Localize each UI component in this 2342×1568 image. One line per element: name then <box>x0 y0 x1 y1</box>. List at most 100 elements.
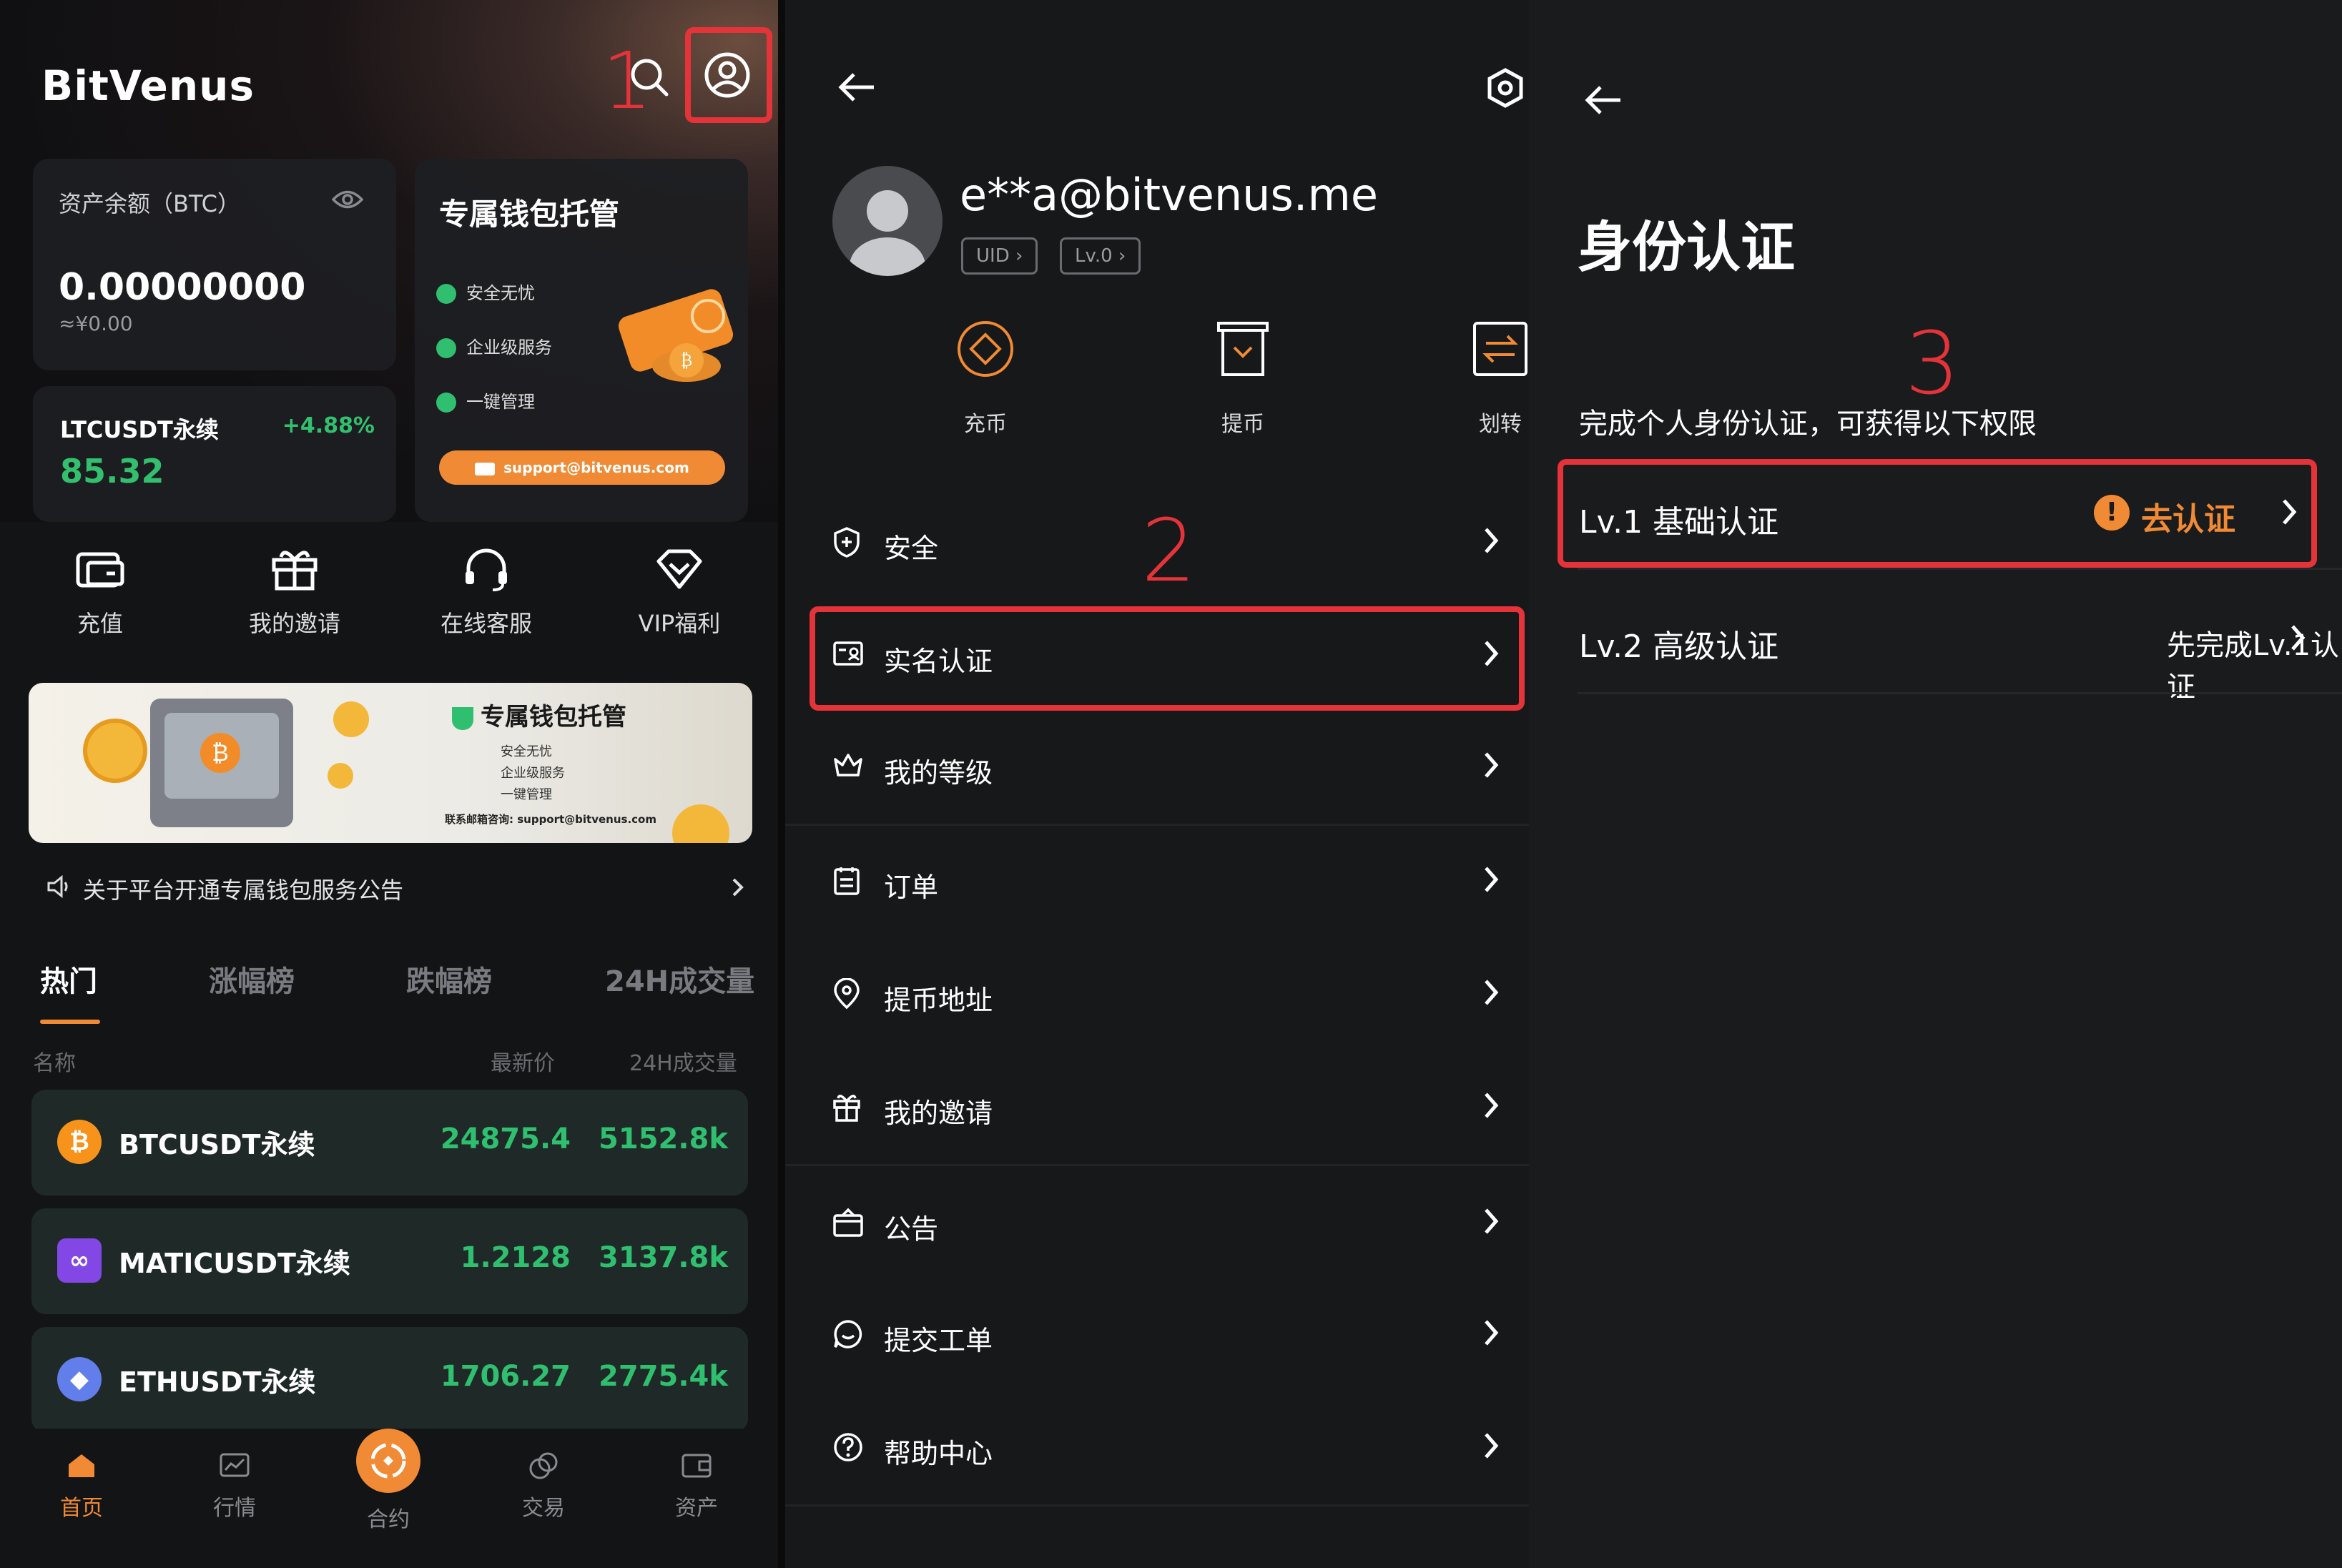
user-profile-icon[interactable] <box>704 51 751 102</box>
market-name: ETHUSDT永续 <box>119 1366 316 1398</box>
menu-item-orders[interactable]: 订单 <box>785 831 1529 931</box>
chevron-right-icon <box>1485 867 1499 892</box>
column-header-price: 最新价 <box>491 1051 555 1076</box>
headset-icon <box>466 548 507 591</box>
nav-contract[interactable]: 合约 <box>345 1502 431 1533</box>
clipboard-icon <box>834 867 860 895</box>
lv1-basic-verification-row[interactable]: Lv.1 基础认证 ! 去认证 <box>1558 459 2317 568</box>
chevron-right-icon <box>2283 499 2297 525</box>
chevron-right-icon <box>1485 1208 1499 1234</box>
menu-item-my-invites[interactable]: 我的邀请 <box>785 1057 1529 1157</box>
transfer-icon <box>1473 322 1527 376</box>
back-arrow-icon[interactable] <box>837 72 877 106</box>
menu-item-real-name-verification[interactable]: 实名认证 <box>785 605 1529 705</box>
ticker-change: +4.88% <box>282 413 375 438</box>
market-row[interactable]: ∞ MATICUSDT永续 1.2128 3137.8k <box>31 1208 748 1314</box>
banner-feature: 安全无忧 <box>501 744 552 759</box>
quick-action-deposit[interactable]: 充值 <box>29 547 172 638</box>
menu-item-help-center[interactable]: 帮助中心 <box>785 1397 1529 1497</box>
quick-action-support[interactable]: 在线客服 <box>415 547 558 638</box>
location-pin-icon <box>834 978 860 1010</box>
menu-item-my-level[interactable]: 我的等级 <box>785 716 1529 817</box>
menu-item-announcements[interactable]: 公告 <box>785 1173 1529 1273</box>
announcement-bag-icon <box>833 1208 863 1237</box>
lv2-label: Lv.2 高级认证 <box>1579 628 1779 665</box>
tab-gainers[interactable]: 涨幅榜 <box>209 958 295 1000</box>
asset-balance-value: 0.00000000 <box>59 266 306 309</box>
market-row[interactable]: ◆ ETHUSDT永续 1706.27 2775.4k <box>31 1327 748 1433</box>
support-email-button[interactable]: support@bitvenus.com <box>439 450 725 485</box>
deposit-icon <box>76 552 124 588</box>
market-price: 24875.4 <box>440 1123 571 1155</box>
ticker-name: LTCUSDT永续 <box>60 416 219 443</box>
chart-icon <box>220 1453 250 1477</box>
row-divider <box>1578 568 2342 570</box>
banner-title: 专属钱包托管 <box>452 697 626 732</box>
avatar[interactable] <box>832 166 943 276</box>
contract-icon[interactable] <box>356 1429 420 1493</box>
level-badge[interactable]: Lv.0 › <box>1060 237 1141 275</box>
panel-divider <box>778 0 785 1568</box>
coin-icon <box>328 763 353 789</box>
transfer-action[interactable]: 划转 <box>1429 319 1529 438</box>
home-screen: BitVenus 1 资产余额（BTC） 0.00000000 ≈¥0.00 L… <box>0 0 778 1568</box>
nav-market[interactable]: 行情 <box>192 1451 277 1522</box>
market-row[interactable]: ₿ BTCUSDT永续 24875.4 5152.8k <box>31 1090 748 1195</box>
coin-icon <box>83 719 147 783</box>
eye-icon[interactable] <box>331 189 364 213</box>
wallet-feature-list: 安全无忧 企业级服务 一键管理 <box>436 266 552 429</box>
chevron-right-icon <box>732 878 744 897</box>
gift-icon <box>833 1095 860 1122</box>
tab-24h-volume[interactable]: 24H成交量 <box>605 958 754 1000</box>
asset-balance-card[interactable]: 资产余额（BTC） 0.00000000 ≈¥0.00 <box>33 159 396 370</box>
announcement-bar[interactable]: 关于平台开通专属钱包服务公告 <box>29 865 751 908</box>
safe-illustration: ₿ <box>150 699 293 827</box>
menu-item-withdraw-address[interactable]: 提币地址 <box>785 944 1529 1044</box>
page-title: 身份认证 <box>1578 215 1795 279</box>
withdraw-action[interactable]: 提币 <box>1171 319 1314 438</box>
tab-active-indicator <box>40 1020 100 1024</box>
nav-home[interactable]: 首页 <box>39 1451 124 1522</box>
settings-gear-icon[interactable] <box>1485 67 1526 112</box>
deposit-action[interactable]: 充币 <box>914 319 1057 438</box>
diamond-icon <box>656 549 702 589</box>
row-divider <box>1578 692 2342 694</box>
menu-item-submit-ticket[interactable]: 提交工单 <box>785 1284 1529 1384</box>
chevron-right-icon <box>1485 1093 1499 1118</box>
ticker-price: 85.32 <box>60 452 164 490</box>
market-price: 1706.27 <box>440 1360 571 1393</box>
lv2-advanced-verification-row[interactable]: Lv.2 高级认证 先完成Lv.1认证 <box>1558 581 2342 704</box>
wallet-icon <box>682 1454 712 1478</box>
speaker-icon <box>47 875 68 898</box>
ltc-ticker-card[interactable]: LTCUSDT永续 +4.88% 85.32 <box>33 386 396 522</box>
banner-feature: 一键管理 <box>501 787 552 802</box>
chevron-right-icon <box>1485 1320 1499 1346</box>
wallet-feature-item: 安全无忧 <box>436 266 552 320</box>
chevron-right-icon <box>1485 980 1499 1005</box>
nav-assets[interactable]: 资产 <box>654 1451 739 1522</box>
chevron-right-icon <box>2291 625 2306 651</box>
tab-hot[interactable]: 热门 <box>40 958 97 1000</box>
lv1-action[interactable]: 去认证 <box>2141 493 2235 539</box>
wallet-custody-card[interactable]: 专属钱包托管 安全无忧 企业级服务 一键管理 ₿ support@bitvenu… <box>415 159 748 522</box>
identity-verification-screen: 身份认证 3 完成个人身份认证，可获得以下权限 Lv.1 基础认证 ! 去认证 … <box>1529 0 2342 1568</box>
shield-icon <box>452 706 473 730</box>
wallet-promo-banner[interactable]: ₿ 专属钱包托管 安全无忧 企业级服务 一键管理 联系邮箱咨询: support… <box>29 683 752 843</box>
asset-balance-cny: ≈¥0.00 <box>59 312 133 335</box>
id-card-icon <box>833 641 863 666</box>
tab-losers[interactable]: 跌幅榜 <box>406 958 492 1000</box>
quick-action-vip[interactable]: VIP福利 <box>608 547 751 638</box>
banner-feature-list: 安全无忧 企业级服务 一键管理 <box>501 741 565 806</box>
bitcoin-icon: ₿ <box>57 1120 102 1164</box>
announcement-text: 关于平台开通专属钱包服务公告 <box>83 877 404 904</box>
quick-action-invite[interactable]: 我的邀请 <box>223 547 366 638</box>
back-arrow-icon[interactable] <box>1583 84 1623 119</box>
ethereum-icon: ◆ <box>57 1357 102 1401</box>
search-icon[interactable] <box>628 56 671 102</box>
nav-trade[interactable]: 交易 <box>501 1451 586 1522</box>
wallet-feature-item: 一键管理 <box>436 375 552 429</box>
uid-badge[interactable]: UID › <box>961 237 1038 275</box>
chat-bubble-icon <box>834 1320 862 1348</box>
menu-item-security[interactable]: 安全 <box>785 492 1529 592</box>
market-volume: 2775.4k <box>599 1360 728 1393</box>
